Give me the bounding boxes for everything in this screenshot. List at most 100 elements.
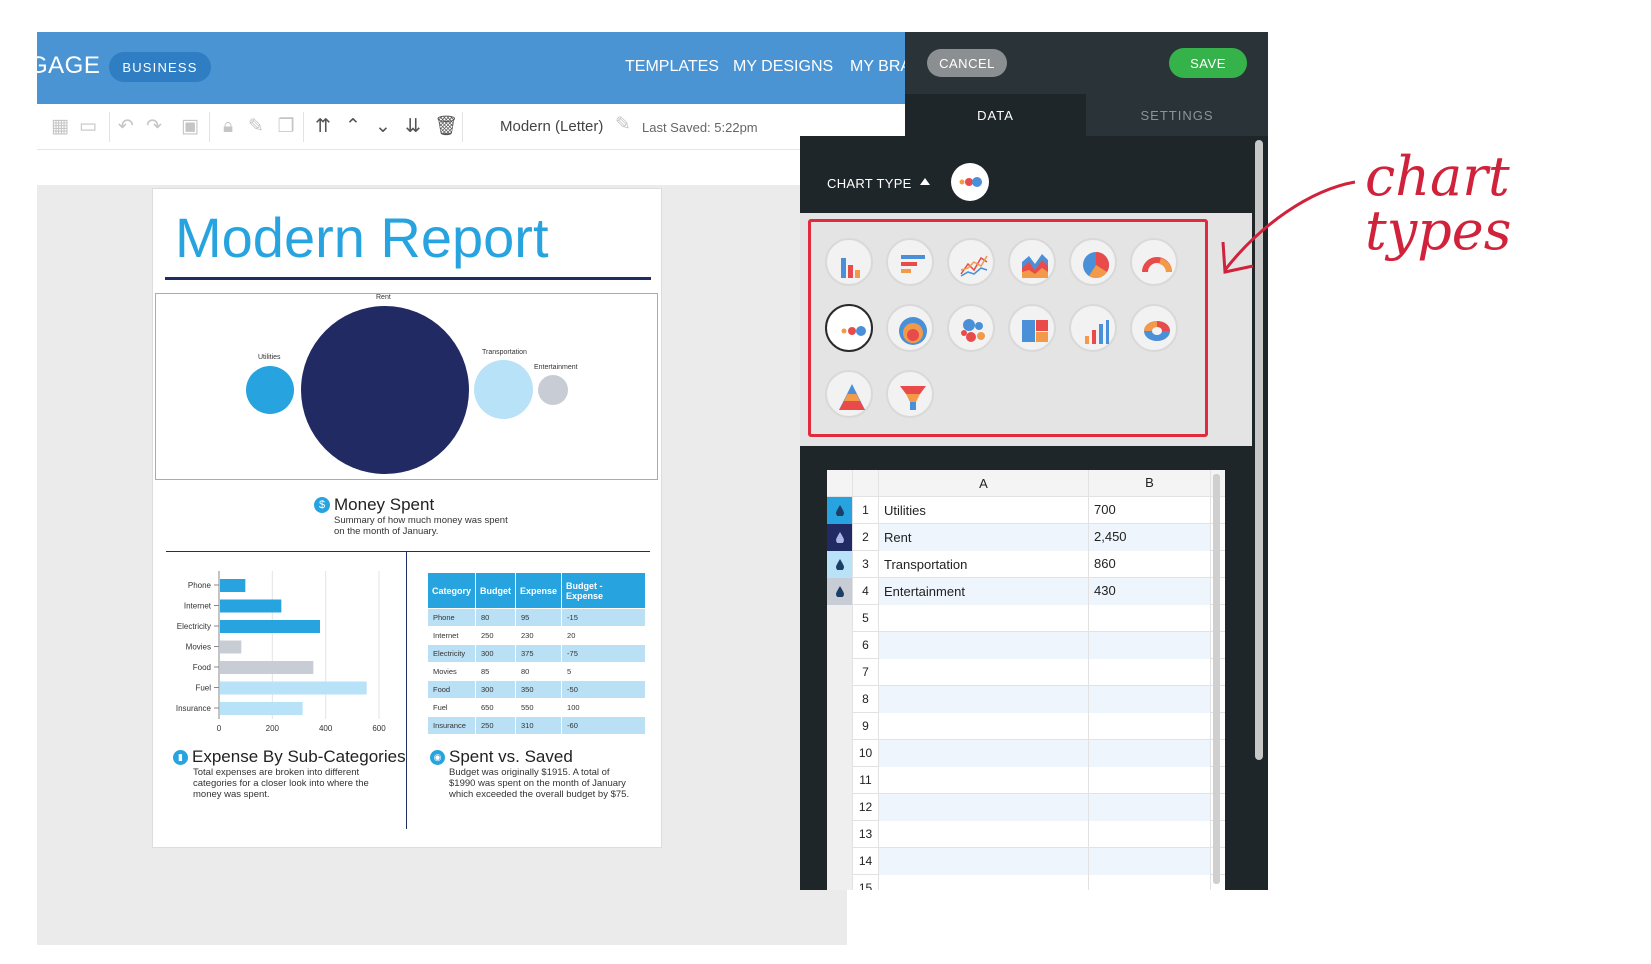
bring-forward-icon[interactable]: ⌃ [342,116,364,138]
row-handle[interactable] [827,767,853,794]
trash-icon[interactable]: 🗑︎ [434,116,458,138]
tab-data[interactable]: DATA [905,94,1086,136]
cell-a[interactable] [879,821,1089,848]
row-handle[interactable] [827,821,853,848]
sheet-row[interactable]: 4 Entertainment 430 [827,578,1225,605]
tab-settings[interactable]: SETTINGS [1086,94,1268,136]
current-chart-type-button[interactable] [951,163,989,201]
cell-a[interactable] [879,659,1089,686]
bar-food[interactable] [220,661,314,674]
cell-b[interactable] [1089,713,1211,740]
cell-a[interactable]: Utilities [879,497,1089,524]
spent-saved-subtitle[interactable]: Budget was originally $1915. A total of … [449,767,634,800]
chart-type-button[interactable] [1069,238,1117,286]
cell-a[interactable]: Transportation [879,551,1089,578]
cell-a[interactable] [879,686,1089,713]
cell-b[interactable] [1089,794,1211,821]
bring-to-front-icon[interactable]: ⇈ [312,116,334,138]
sheet-row[interactable]: 15 [827,875,1225,890]
duplicate-icon[interactable]: ❐ [275,116,297,138]
color-drop-icon[interactable] [827,524,853,551]
chart-type-button[interactable] [1130,238,1178,286]
sheet-row[interactable]: 1 Utilities 700 [827,497,1225,524]
sheet-row[interactable]: 13 [827,821,1225,848]
expense-bar-chart[interactable]: 0 200 400 600 Phone Internet Electricity Movies… [163,571,403,746]
cell-b[interactable] [1089,875,1211,890]
expense-title[interactable]: Expense By Sub-Categories [192,747,406,767]
cell-a[interactable] [879,767,1089,794]
bar-fuel[interactable] [220,681,367,695]
cell-a[interactable] [879,740,1089,767]
rename-icon[interactable]: ✎ [612,114,634,136]
sheet-scrollbar[interactable] [1213,474,1220,884]
row-handle[interactable] [827,794,853,821]
sheet-row[interactable]: 7 [827,659,1225,686]
chart-type-button[interactable] [947,304,995,352]
spent-table[interactable]: Category Budget Expense Budget - Expense… [426,572,646,735]
nav-my-brand[interactable]: MY BRA [850,58,911,76]
row-handle[interactable] [827,659,853,686]
chart-type-button[interactable] [886,370,934,418]
chart-type-button[interactable] [947,238,995,286]
bubble-chart[interactable]: Rent Utilities Transportation Entertainm… [155,293,658,480]
cell-b[interactable] [1089,659,1211,686]
cell-a[interactable]: Entertainment [879,578,1089,605]
cell-b[interactable] [1089,848,1211,875]
spent-saved-title[interactable]: Spent vs. Saved [449,747,573,767]
bar-phone[interactable] [220,579,246,592]
cancel-button[interactable]: CANCEL [927,49,1007,77]
sheet-row[interactable]: 3 Transportation 860 [827,551,1225,578]
chart-type-button[interactable] [1069,304,1117,352]
cell-a[interactable] [879,848,1089,875]
color-drop-icon[interactable] [827,497,853,524]
report-page[interactable]: Modern Report Rent Utilities Transportat… [152,188,662,848]
row-handle[interactable] [827,713,853,740]
cell-b[interactable] [1089,632,1211,659]
page-title[interactable]: Modern Report [175,205,549,270]
bar-insurance[interactable] [220,702,303,715]
chart-type-button[interactable] [1008,304,1056,352]
sheet-row[interactable]: 9 [827,713,1225,740]
cell-a[interactable] [879,794,1089,821]
cell-a[interactable] [879,632,1089,659]
color-drop-icon[interactable] [827,551,853,578]
bar-internet[interactable] [220,599,282,613]
sheet-row[interactable]: 14 [827,848,1225,875]
edit-icon[interactable]: ✎ [245,116,267,138]
sheet-row[interactable]: 10 [827,740,1225,767]
row-handle[interactable] [827,632,853,659]
document-name[interactable]: Modern (Letter) [500,118,603,135]
cell-b[interactable] [1089,767,1211,794]
cell-b[interactable] [1089,686,1211,713]
cell-b[interactable]: 860 [1089,551,1211,578]
sheet-row[interactable]: 2 Rent 2,450 [827,524,1225,551]
cell-a[interactable]: Rent [879,524,1089,551]
data-spreadsheet[interactable]: A B 1 Utilities 700 2 Rent 2,450 3 Transportati… [827,470,1225,890]
group-icon[interactable]: ▣ [179,116,201,138]
chart-type-button[interactable] [825,238,873,286]
cell-b[interactable]: 2,450 [1089,524,1211,551]
lock-icon[interactable]: 🔒︎ [217,116,239,138]
sheet-row[interactable]: 8 [827,686,1225,713]
cell-a[interactable] [879,875,1089,890]
cell-b[interactable] [1089,821,1211,848]
chart-type-button[interactable] [825,304,873,352]
sheet-row[interactable]: 11 [827,767,1225,794]
row-handle[interactable] [827,605,853,632]
chart-type-label[interactable]: CHART TYPE [827,176,912,191]
row-handle[interactable] [827,848,853,875]
cell-b[interactable] [1089,740,1211,767]
business-badge[interactable]: BUSINESS [109,52,211,82]
nav-my-designs[interactable]: MY DESIGNS [733,58,833,76]
caret-up-icon[interactable] [920,178,930,185]
image-icon[interactable]: ▭ [77,116,99,138]
bar-movies[interactable] [220,640,242,654]
sheet-row[interactable]: 5 [827,605,1225,632]
cell-a[interactable] [879,605,1089,632]
money-spent-title[interactable]: Money Spent [334,495,434,515]
grid-icon[interactable]: ▦ [49,116,71,138]
chart-type-button[interactable] [1008,238,1056,286]
chart-type-button[interactable] [886,238,934,286]
save-button[interactable]: SAVE [1169,48,1247,78]
nav-templates[interactable]: TEMPLATES [625,58,719,76]
